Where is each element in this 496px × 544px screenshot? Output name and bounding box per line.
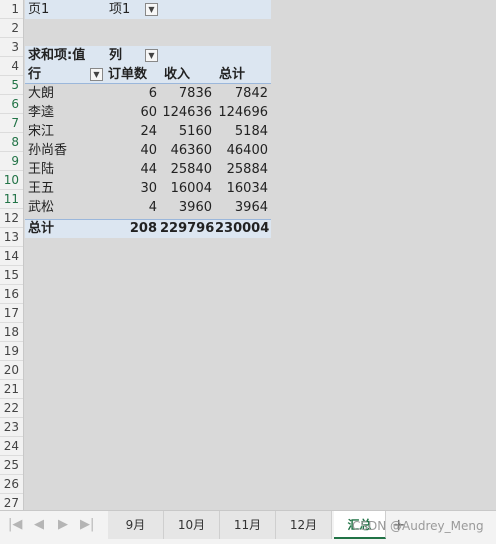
row-number[interactable]: 17 bbox=[0, 304, 23, 323]
row-number[interactable]: 23 bbox=[0, 418, 23, 437]
row-orders[interactable]: 6 bbox=[106, 84, 160, 103]
row-name[interactable]: 孙尚香 bbox=[28, 141, 106, 160]
row-dropdown-icon[interactable]: ▼ bbox=[90, 68, 103, 81]
prev-sheet-icon[interactable]: ◀ bbox=[34, 517, 44, 532]
row-total[interactable]: 46400 bbox=[215, 141, 271, 160]
col-divider bbox=[399, 0, 400, 510]
row-income[interactable]: 46360 bbox=[160, 141, 215, 160]
row-number[interactable]: 1 bbox=[0, 0, 23, 19]
row-income[interactable]: 5160 bbox=[160, 122, 215, 141]
row-total[interactable]: 124696 bbox=[215, 103, 271, 122]
row-number[interactable]: 7 bbox=[0, 114, 23, 133]
values-caption: 求和项:值 bbox=[28, 48, 86, 63]
row-name[interactable]: 王五 bbox=[28, 179, 106, 198]
row-number[interactable]: 26 bbox=[0, 475, 23, 494]
last-sheet-icon[interactable]: ▶| bbox=[80, 517, 94, 532]
col-header-orders: 订单数 bbox=[108, 67, 148, 82]
column-dropdown-icon[interactable]: ▼ bbox=[145, 49, 158, 62]
row-orders[interactable]: 30 bbox=[106, 179, 160, 198]
row-orders[interactable]: 60 bbox=[106, 103, 160, 122]
row-number[interactable]: 19 bbox=[0, 342, 23, 361]
next-sheet-icon[interactable]: ▶ bbox=[58, 517, 68, 532]
row-income[interactable]: 25840 bbox=[160, 160, 215, 179]
sheet-tab-bar: |◀ ◀ ▶ ▶| 9月 10月 11月 12月 汇总 + CSDN @Audr… bbox=[0, 510, 496, 544]
row-total[interactable]: 5184 bbox=[215, 122, 271, 141]
col-divider bbox=[271, 0, 272, 510]
row-number[interactable]: 9 bbox=[0, 152, 23, 171]
row-number[interactable]: 10 bbox=[0, 171, 23, 190]
row-name[interactable]: 武松 bbox=[28, 198, 106, 217]
row-number[interactable]: 6 bbox=[0, 95, 23, 114]
row-number[interactable]: 24 bbox=[0, 437, 23, 456]
row-name[interactable]: 李逵 bbox=[28, 103, 106, 122]
row-number[interactable]: 25 bbox=[0, 456, 23, 475]
row-number[interactable]: 13 bbox=[0, 228, 23, 247]
row-number[interactable]: 4 bbox=[0, 57, 23, 76]
row-name[interactable]: 宋江 bbox=[28, 122, 106, 141]
row-orders[interactable]: 4 bbox=[106, 198, 160, 217]
grand-total-income: 229796 bbox=[160, 221, 215, 236]
row-orders[interactable]: 24 bbox=[106, 122, 160, 141]
row-total[interactable]: 16034 bbox=[215, 179, 271, 198]
row-number[interactable]: 14 bbox=[0, 247, 23, 266]
row-number[interactable]: 20 bbox=[0, 361, 23, 380]
grand-total-total: 230004 bbox=[215, 221, 270, 236]
grand-total-orders: 208 bbox=[129, 221, 157, 236]
row-total[interactable]: 3964 bbox=[215, 198, 271, 217]
row-income[interactable]: 16004 bbox=[160, 179, 215, 198]
tab-10[interactable]: 10月 bbox=[164, 511, 220, 539]
row-income[interactable]: 3960 bbox=[160, 198, 215, 217]
row-total[interactable]: 25884 bbox=[215, 160, 271, 179]
row-number[interactable]: 12 bbox=[0, 209, 23, 228]
row-caption: 行 bbox=[28, 67, 42, 82]
filter-value: 项1 bbox=[109, 2, 131, 17]
row-income[interactable]: 124636 bbox=[160, 103, 215, 122]
row-total[interactable]: 7842 bbox=[215, 84, 271, 103]
row-income[interactable]: 7836 bbox=[160, 84, 215, 103]
row-headers: 1 2 3 4 5 6 7 8 9 10 11 12 13 14 15 16 17 18 19 20 21 22 23 24 2… bbox=[0, 0, 24, 513]
row-number[interactable]: 5 bbox=[0, 76, 23, 95]
col-header-total: 总计 bbox=[219, 67, 246, 82]
watermark: CSDN @Audrey_Meng bbox=[352, 519, 484, 533]
row-name[interactable]: 大朗 bbox=[28, 84, 106, 103]
row-orders[interactable]: 44 bbox=[106, 160, 160, 179]
row-number[interactable]: 21 bbox=[0, 380, 23, 399]
col-header-income: 收入 bbox=[164, 67, 191, 82]
row-number[interactable]: 15 bbox=[0, 266, 23, 285]
row-number[interactable]: 2 bbox=[0, 19, 23, 38]
tab-9[interactable]: 9月 bbox=[108, 511, 164, 539]
filter-dropdown-icon[interactable]: ▼ bbox=[145, 3, 158, 16]
filter-label: 页1 bbox=[28, 2, 50, 17]
row-name[interactable]: 王陆 bbox=[28, 160, 106, 179]
tab-12[interactable]: 12月 bbox=[276, 511, 332, 539]
row-number[interactable]: 3 bbox=[0, 38, 23, 57]
tab-11[interactable]: 11月 bbox=[220, 511, 276, 539]
col-divider bbox=[335, 0, 336, 510]
column-caption: 列 bbox=[109, 48, 123, 63]
grand-total-label: 总计 bbox=[28, 221, 55, 236]
row-number[interactable]: 22 bbox=[0, 399, 23, 418]
row-number[interactable]: 8 bbox=[0, 133, 23, 152]
row-orders[interactable]: 40 bbox=[106, 141, 160, 160]
col-divider bbox=[462, 0, 463, 510]
first-sheet-icon[interactable]: |◀ bbox=[8, 517, 22, 532]
row-number[interactable]: 18 bbox=[0, 323, 23, 342]
row-number[interactable]: 11 bbox=[0, 190, 23, 209]
row-number[interactable]: 16 bbox=[0, 285, 23, 304]
